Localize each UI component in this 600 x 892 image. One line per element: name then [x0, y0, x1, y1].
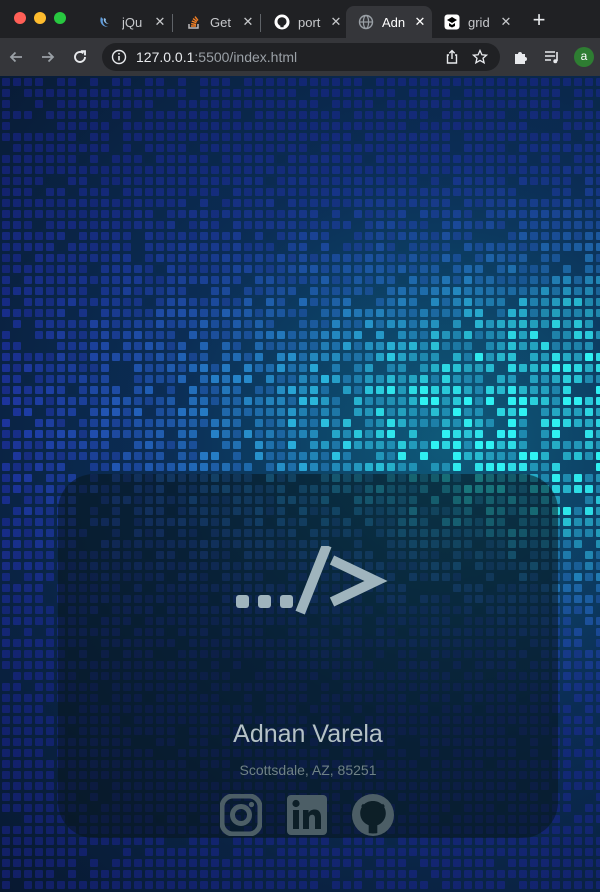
bookmark-star-icon[interactable] — [471, 48, 489, 65]
linkedin-link[interactable] — [284, 792, 330, 838]
minimize-window-button[interactable] — [34, 12, 46, 24]
site-info-icon[interactable] — [111, 49, 127, 65]
close-window-button[interactable] — [14, 12, 26, 24]
tab-stackoverflow[interactable]: Get ✕ — [174, 6, 260, 38]
tab-title: Adn — [382, 14, 406, 30]
new-tab-button[interactable]: + — [528, 9, 550, 32]
tab-title: grid — [468, 14, 490, 30]
url-host: 127.0.0.1 — [136, 49, 195, 65]
profile-name: Adnan Varela — [233, 720, 383, 748]
portfolio-page: Adnan Varela Scottsdale, AZ, 85251 — [0, 76, 600, 892]
tab-github[interactable]: port ✕ — [262, 6, 348, 38]
reload-icon[interactable] — [70, 47, 90, 67]
close-tab-icon[interactable]: ✕ — [328, 14, 344, 30]
globe-icon — [358, 14, 374, 30]
profile-location: Scottsdale, AZ, 85251 — [239, 762, 377, 778]
url-text: 127.0.0.1:5500/index.html — [136, 49, 297, 65]
tab-strip: jQu ✕ Get ✕ port ✕ Adn ✕ grid ✕ + — [0, 0, 600, 38]
stackoverflow-icon — [186, 14, 202, 30]
instagram-icon — [220, 794, 262, 836]
github-link[interactable] — [350, 792, 396, 838]
github-icon — [274, 14, 290, 30]
tab-active-portfolio[interactable]: Adn ✕ — [346, 6, 432, 38]
tab-jquery[interactable]: jQu ✕ — [86, 6, 172, 38]
code-brackets-icon — [236, 546, 388, 615]
github-icon — [352, 794, 394, 836]
tab-divider — [172, 14, 173, 32]
codepen-icon — [444, 14, 460, 30]
linkedin-icon — [287, 795, 327, 835]
close-tab-icon[interactable]: ✕ — [412, 14, 428, 30]
extensions-puzzle-icon[interactable] — [512, 48, 530, 66]
browser-toolbar: 127.0.0.1:5500/index.html a — [0, 38, 600, 76]
tab-title: Get — [210, 14, 231, 30]
jquery-icon — [98, 14, 114, 30]
social-links — [218, 792, 398, 838]
close-tab-icon[interactable]: ✕ — [498, 14, 514, 30]
tab-title: port — [298, 14, 321, 30]
share-icon[interactable] — [444, 49, 460, 65]
code-logo — [58, 546, 558, 631]
maximize-window-button[interactable] — [54, 12, 66, 24]
close-tab-icon[interactable]: ✕ — [240, 14, 256, 30]
close-tab-icon[interactable]: ✕ — [152, 14, 168, 30]
back-arrow-icon[interactable] — [6, 47, 26, 67]
url-path: :5500/index.html — [194, 49, 298, 65]
forward-arrow-icon[interactable] — [38, 47, 58, 67]
address-bar[interactable]: 127.0.0.1:5500/index.html — [102, 43, 500, 71]
profile-avatar[interactable]: a — [574, 47, 594, 67]
browser-window-chrome: jQu ✕ Get ✕ port ✕ Adn ✕ grid ✕ + 127.0.… — [0, 0, 600, 76]
tab-divider — [260, 14, 261, 32]
tab-title: jQu — [122, 14, 143, 30]
media-queue-icon[interactable] — [543, 48, 561, 66]
tab-grid[interactable]: grid ✕ — [432, 6, 518, 38]
instagram-link[interactable] — [218, 792, 264, 838]
profile-card: Adnan Varela Scottsdale, AZ, 85251 — [58, 474, 558, 838]
